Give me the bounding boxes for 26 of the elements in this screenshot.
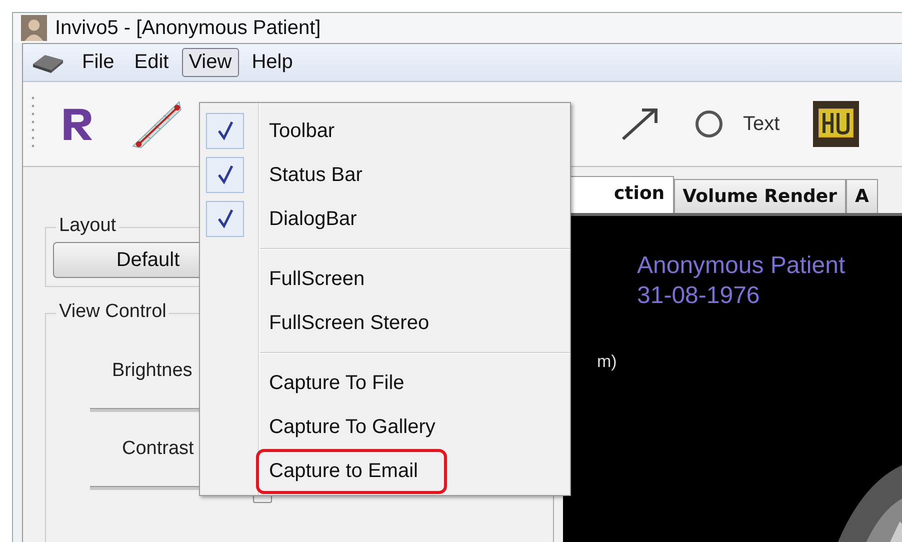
patient-name: Anonymous Patient — [637, 252, 846, 280]
text-tool[interactable]: Text — [743, 112, 780, 136]
menu-item[interactable]: FullScreen Stereo — [200, 301, 570, 345]
menu-title[interactable]: Help — [244, 48, 300, 77]
menu-item[interactable]: Toolbar — [200, 109, 570, 153]
tab[interactable]: A — [846, 179, 878, 213]
circle-tool-icon[interactable] — [693, 108, 725, 140]
checkmark-icon — [206, 157, 244, 193]
arrow-tool-icon[interactable] — [620, 106, 660, 142]
window-title: Invivo5 - [Anonymous Patient] — [55, 16, 321, 40]
slider-label: Contrast — [122, 438, 194, 460]
checkmark-icon — [206, 201, 244, 237]
group-label: Layout — [56, 215, 120, 237]
hu-tool-icon[interactable] — [812, 101, 859, 147]
menu-item[interactable]: Capture To Gallery — [200, 405, 570, 449]
menu-title[interactable]: File — [75, 48, 122, 77]
patient-date: 31-08-1976 — [637, 282, 760, 310]
menu-title[interactable]: Edit — [127, 48, 176, 77]
tab[interactable]: Volume Render — [674, 179, 846, 213]
slider-label: Brightnes — [112, 360, 192, 382]
figure-icon — [21, 15, 47, 41]
checkmark-icon — [206, 113, 244, 149]
menu-item[interactable]: Capture To File — [200, 361, 570, 405]
overlay-text: m) — [597, 351, 617, 373]
menu-title[interactable]: View — [182, 48, 239, 77]
ruler-icon[interactable] — [131, 100, 183, 148]
